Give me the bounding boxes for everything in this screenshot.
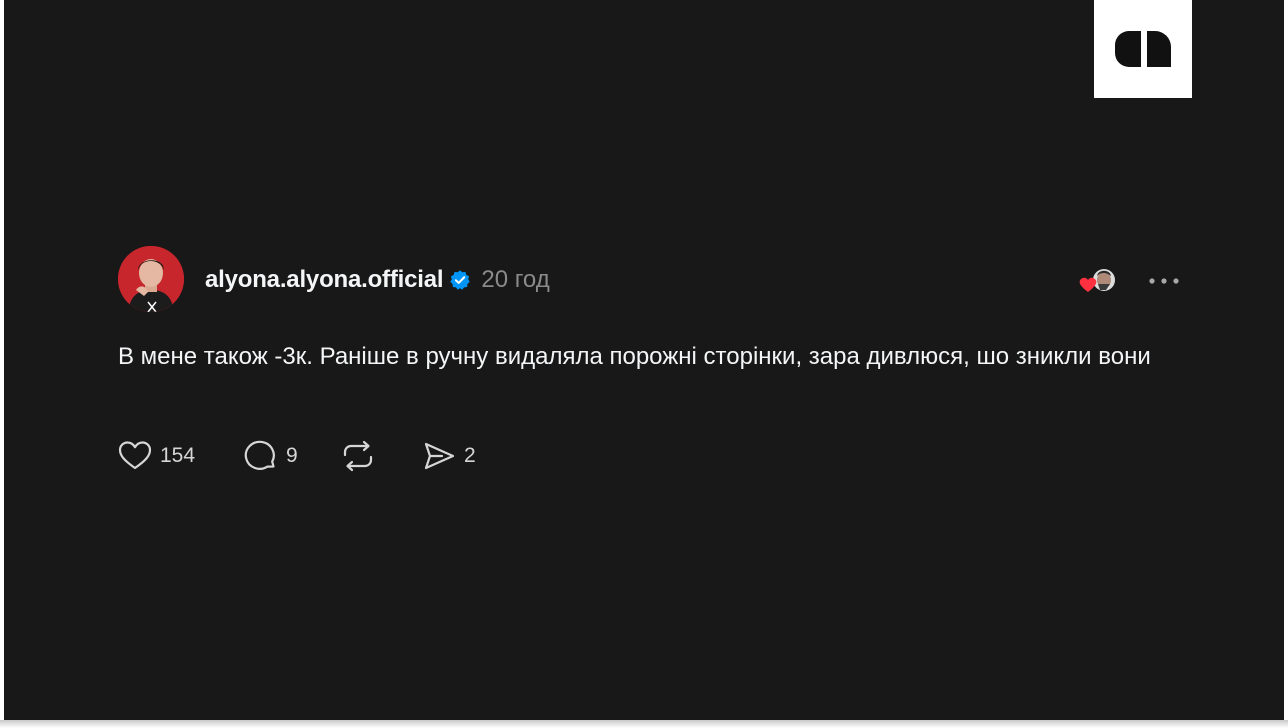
frame-shadow: [0, 720, 1288, 728]
post-actions: 154 9 2: [118, 436, 476, 476]
share-button[interactable]: 2: [422, 440, 476, 472]
comment-button[interactable]: 9: [242, 439, 340, 473]
verified-badge-icon: [449, 269, 471, 291]
heart-icon: [118, 441, 152, 470]
post-timestamp[interactable]: 20 год: [481, 266, 549, 294]
like-button[interactable]: 154: [118, 440, 242, 472]
brand-logo-icon: [1115, 31, 1171, 67]
comment-count: 9: [286, 444, 298, 467]
post-header: alyona.alyona.official 20 год: [205, 264, 550, 296]
comment-bubble-icon: [244, 440, 275, 470]
share-send-icon: [424, 442, 455, 470]
more-dots-icon: [1149, 278, 1179, 284]
brand-logo: [1094, 0, 1192, 98]
repost-icon: [343, 440, 373, 472]
more-options-button[interactable]: [1144, 266, 1184, 296]
repost-button[interactable]: [340, 439, 422, 473]
like-count: 154: [160, 444, 196, 467]
username-link[interactable]: alyona.alyona.official: [205, 266, 444, 294]
avatar[interactable]: [118, 246, 184, 312]
share-count: 2: [464, 444, 476, 467]
post-text: В мене також -3к. Раніше в ручну видалял…: [118, 343, 1151, 370]
liked-by-avatar-heart-icon[interactable]: [1076, 266, 1118, 296]
